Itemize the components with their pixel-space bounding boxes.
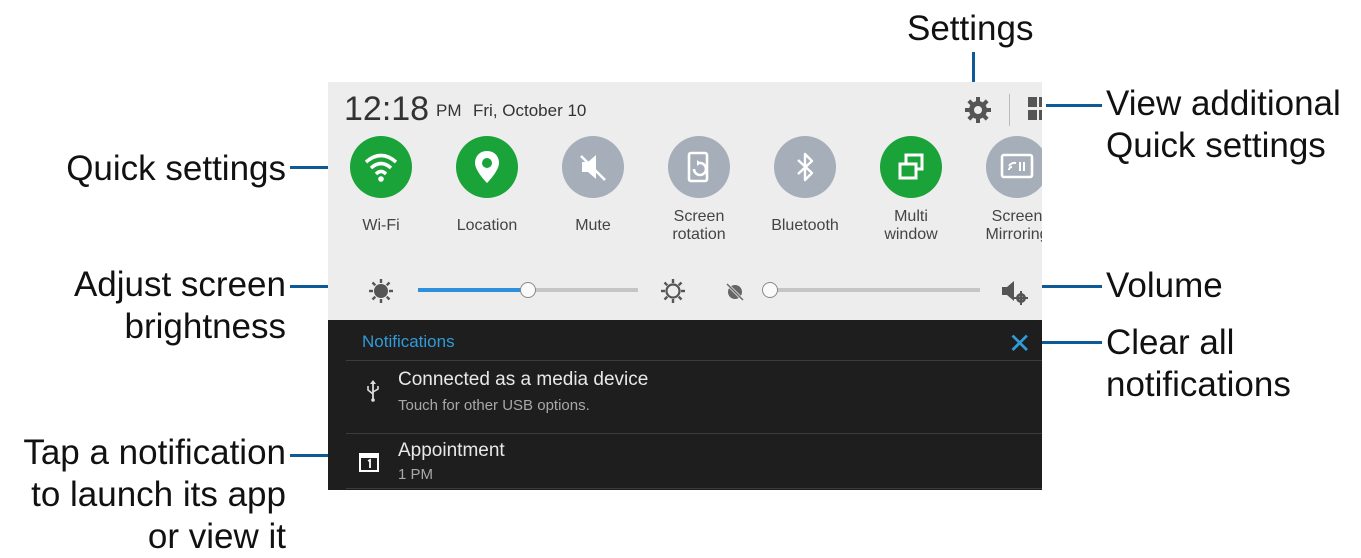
qs-mute[interactable]: Mute xyxy=(540,136,646,256)
clock-time: 12:18 xyxy=(344,90,430,128)
qs-screen-rotation-label: Screen rotation xyxy=(646,206,752,246)
volume-track[interactable] xyxy=(770,288,980,292)
mute-icon xyxy=(562,136,624,198)
qs-multi-window-label-1: Multi xyxy=(894,208,928,225)
qs-screen-rotation[interactable]: Screen rotation xyxy=(646,136,752,256)
tap-notification-line-2: to launch its app xyxy=(31,475,286,514)
view-additional-leader xyxy=(1046,104,1102,107)
clock-ampm: PM xyxy=(436,101,462,120)
view-additional-line-1: View additional xyxy=(1106,84,1341,123)
brightness-fill xyxy=(418,288,528,292)
qs-bluetooth[interactable]: Bluetooth xyxy=(752,136,858,256)
brightness-high-icon xyxy=(660,278,686,304)
notification-subtitle: 1 PM xyxy=(398,466,434,483)
clock-date: Fri, October 10 xyxy=(473,101,587,120)
qs-location[interactable]: Location xyxy=(434,136,540,256)
calendar-icon xyxy=(358,451,380,473)
adjust-brightness-line-1: Adjust screen xyxy=(73,265,286,304)
notification-title: Appointment xyxy=(398,440,505,461)
qs-bluetooth-label: Bluetooth xyxy=(771,217,839,234)
volume-leader xyxy=(1034,285,1102,288)
multi-window-icon xyxy=(880,136,942,198)
clear-all-line-1: Clear all xyxy=(1106,323,1235,362)
volume-settings-icon[interactable] xyxy=(1000,278,1030,306)
location-pin-icon xyxy=(456,136,518,198)
view-additional-line-2: Quick settings xyxy=(1106,126,1326,165)
notification-subtitle: Touch for other USB options. xyxy=(398,397,590,414)
adjust-brightness-line-2: brightness xyxy=(124,307,286,346)
notification-panel: 12:18 PM Fri, October 10 Wi-Fi Location … xyxy=(328,82,1042,490)
notifications-divider xyxy=(346,488,1042,489)
qs-screen-rotation-label-1: Screen xyxy=(673,208,725,225)
quick-settings-callout: Quick settings xyxy=(66,149,286,188)
qs-screen-rotation-label-2: rotation xyxy=(672,226,726,243)
slider-row xyxy=(328,264,1042,320)
qs-screen-mirroring-label-1: Screen xyxy=(991,208,1042,225)
screen-rotation-icon xyxy=(668,136,730,198)
qs-location-label: Location xyxy=(456,217,518,234)
status-bar: 12:18 PM Fri, October 10 xyxy=(328,82,1042,130)
qs-screen-mirroring-label: Screen Mirroring xyxy=(964,206,1042,246)
screen-mirroring-icon xyxy=(986,136,1042,198)
settings-gear-icon[interactable] xyxy=(964,96,992,124)
qs-multi-window-label: Multi window xyxy=(858,206,964,246)
clear-all-callout: Clear all notifications xyxy=(1106,322,1291,406)
brightness-low-icon xyxy=(368,278,394,304)
qs-multi-window-label-2: window xyxy=(884,226,938,243)
volume-slider-knob[interactable] xyxy=(762,282,778,298)
qs-wifi[interactable]: Wi-Fi xyxy=(328,136,434,256)
qs-multi-window[interactable]: Multi window xyxy=(858,136,964,256)
status-divider xyxy=(1009,94,1010,126)
clear-all-close-icon[interactable]: ✕ xyxy=(1008,330,1031,358)
volume-callout: Volume xyxy=(1106,266,1223,305)
adjust-brightness-callout: Adjust screen brightness xyxy=(20,264,286,348)
qs-screen-mirroring-label-2: Mirroring xyxy=(985,226,1042,243)
notification-item-usb[interactable]: Connected as a media device Touch for ot… xyxy=(328,361,1042,433)
auto-brightness-icon[interactable] xyxy=(724,281,746,303)
qs-wifi-label: Wi-Fi xyxy=(362,217,400,234)
notifications-header: Notifications xyxy=(362,332,455,351)
tap-notification-callout: Tap a notification to launch its app or … xyxy=(0,432,286,558)
usb-icon xyxy=(366,380,380,402)
clear-all-leader xyxy=(1034,341,1102,344)
clear-all-line-2: notifications xyxy=(1106,365,1291,404)
view-additional-callout: View additional Quick settings xyxy=(1106,83,1341,167)
quick-settings-grid-icon[interactable] xyxy=(1028,97,1042,123)
tap-notification-line-1: Tap a notification xyxy=(23,433,286,472)
notification-item-appointment[interactable]: Appointment 1 PM xyxy=(328,434,1042,490)
notification-title: Connected as a media device xyxy=(398,369,649,390)
notifications-section: Notifications ✕ Connected as a media dev… xyxy=(328,320,1042,490)
settings-callout: Settings xyxy=(907,9,1034,48)
qs-mute-label: Mute xyxy=(575,217,611,234)
bluetooth-icon xyxy=(774,136,836,198)
wifi-icon xyxy=(350,136,412,198)
brightness-slider-knob[interactable] xyxy=(520,282,536,298)
qs-screen-mirroring[interactable]: Screen Mirroring xyxy=(964,136,1042,256)
